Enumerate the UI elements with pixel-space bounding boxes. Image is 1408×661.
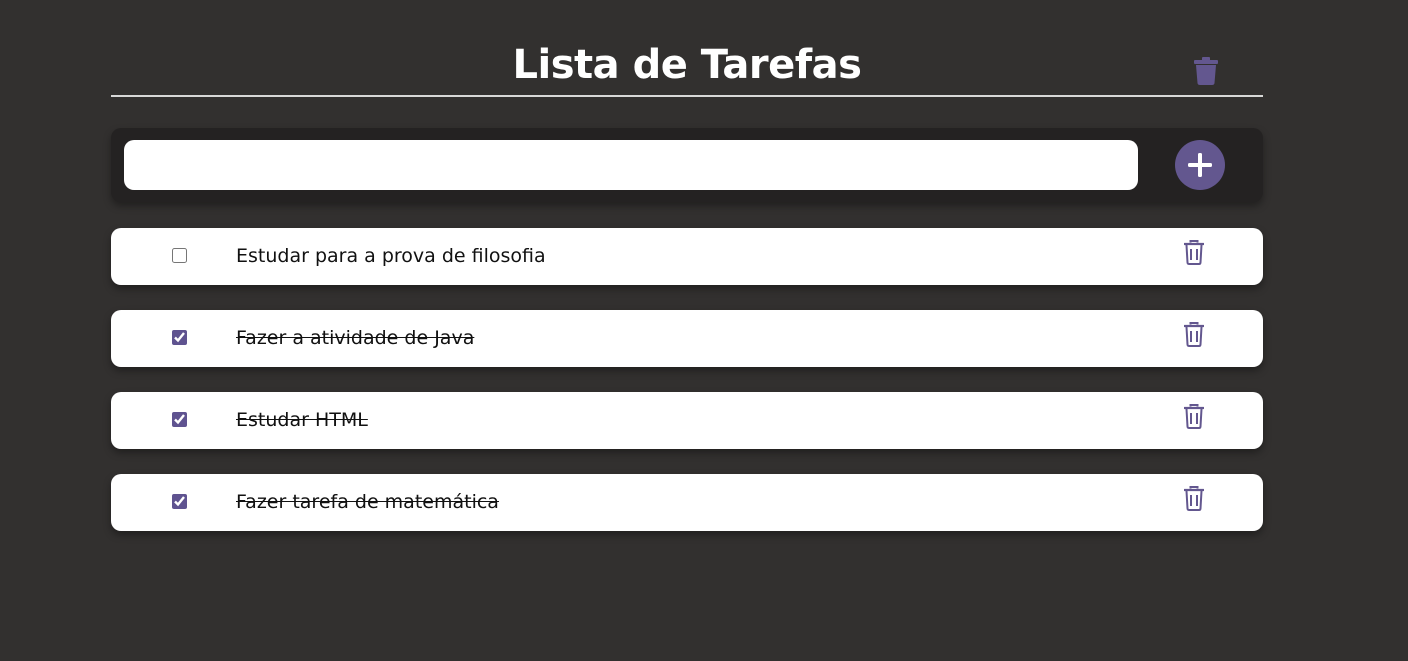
page-title: Lista de Tarefas (512, 42, 862, 88)
clear-all-trash-icon[interactable] (1194, 57, 1218, 85)
task-text: Fazer tarefa de matemática (236, 491, 499, 513)
todo-app: Lista de Tarefas Estudar para a prova de… (111, 0, 1263, 531)
task-text: Estudar HTML (236, 409, 368, 431)
task-item: Fazer a atividade de Java (111, 310, 1263, 367)
task-checkbox[interactable] (172, 330, 187, 345)
header: Lista de Tarefas (111, 0, 1263, 97)
task-item: Fazer tarefa de matemática (111, 474, 1263, 531)
task-checkbox[interactable] (172, 412, 187, 427)
new-task-panel (111, 128, 1263, 202)
add-task-button[interactable] (1175, 140, 1225, 190)
delete-task-trash-icon[interactable] (1183, 486, 1205, 511)
plus-icon (1188, 153, 1212, 177)
delete-task-trash-icon[interactable] (1183, 322, 1205, 347)
task-text: Fazer a atividade de Java (236, 327, 475, 349)
task-text: Estudar para a prova de filosofia (236, 245, 546, 267)
task-item: Estudar HTML (111, 392, 1263, 449)
delete-task-trash-icon[interactable] (1183, 404, 1205, 429)
delete-task-trash-icon[interactable] (1183, 240, 1205, 265)
task-item: Estudar para a prova de filosofia (111, 228, 1263, 285)
task-checkbox[interactable] (172, 248, 187, 263)
task-checkbox[interactable] (172, 494, 187, 509)
new-task-input[interactable] (124, 140, 1138, 190)
